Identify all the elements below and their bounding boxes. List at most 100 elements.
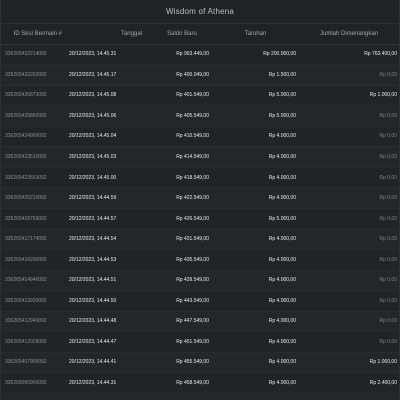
new-balance-cell: Rp 451.549,00 [152,331,212,353]
amount-won-cell: Rp 0,00 [299,146,399,168]
table-row[interactable]: 336265000900092 20/12/2023, 14.44.31 Rp 45… [1,372,399,394]
session-id-cell[interactable]: 336265424966092 [1,126,65,148]
date-cell: 20/12/2023, 14.44.59 [65,187,152,209]
session-id-cell[interactable]: 336265432262092 [1,64,65,86]
amount-won-cell: Rp 0,00 [299,270,399,292]
date-cell: 20/12/2023, 14.44.50 [65,290,152,312]
table-row[interactable]: 336265407900092 20/12/2023, 14.44.41 Rp 45… [1,352,399,374]
date-cell: 20/12/2023, 14.44.57 [65,208,152,230]
bet-cell: Rp 4.000,00 [212,311,299,333]
date-cell: 20/12/2023, 14.44.48 [65,311,152,333]
session-id-cell[interactable]: 336265407900092 [1,352,65,374]
amount-won-cell: Rp 0,00 [299,331,399,353]
new-balance-cell: Rp 963.449,00 [152,44,212,66]
session-id-cell[interactable]: 336265412028092 [1,331,65,353]
new-balance-cell: Rp 405.549,00 [152,105,212,127]
session-id-cell[interactable]: 336265414946092 [1,270,65,292]
amount-won-cell: Rp 0,00 [299,393,399,400]
date-cell: 20/12/2023, 14.44.51 [65,270,152,292]
table-row[interactable]: 336265414946092 20/12/2023, 14.44.51 Rp 43… [1,270,399,292]
bet-cell: Rp 4.000,00 [212,372,299,394]
amount-won-cell: Rp 2.400,00 [299,372,399,394]
date-cell: 20/12/2023, 14.44.53 [65,249,152,271]
table-row[interactable]: 336265423510092 20/12/2023, 14.45.03 Rp 41… [1,146,399,168]
new-balance-cell: Rp 431.549,00 [152,228,212,250]
session-id-cell[interactable]: 336265423510092 [1,146,65,168]
table-row[interactable]: 336265417174092 20/12/2023, 14.44.54 Rp 43… [1,228,399,250]
session-id-cell[interactable]: 336265426873092 [1,85,65,107]
amount-won-cell: Rp 763.400,00 [299,44,399,66]
date-cell: 20/12/2023, 14.45.00 [65,167,152,189]
new-balance-cell: Rp 422.549,00 [152,187,212,209]
bet-cell: Rp 1.500,00 [212,64,299,86]
date-cell: 20/12/2023, 14.44.41 [65,352,152,374]
bet-cell: Rp 200.000,00 [212,44,299,66]
session-id-cell[interactable]: 336265416200092 [1,249,65,271]
session-id-cell[interactable]: 336265420210092 [1,187,65,209]
bet-cell: Rp 4.000,00 [212,331,299,353]
table-row[interactable]: 336265412949092 20/12/2023, 14.44.48 Rp 44… [1,311,399,333]
new-balance-cell: Rp 460.149,00 [152,393,212,400]
session-id-cell[interactable]: 336265413930092 [1,290,65,312]
amount-won-cell: Rp 0,00 [299,290,399,312]
date-cell: 20/12/2023, 14.44.31 [65,372,152,394]
table-row[interactable]: 336265420210092 20/12/2023, 14.44.59 Rp 42… [1,187,399,209]
date-cell: 20/12/2023, 14.44.54 [65,228,152,250]
new-balance-cell: Rp 458.549,00 [152,372,212,394]
session-id-cell[interactable]: 336265425860092 [1,105,65,127]
date-cell: 20/12/2023, 14.45.06 [65,105,152,127]
new-balance-cell: Rp 410.549,00 [152,126,212,148]
session-id-cell[interactable]: 336265423563092 [1,167,65,189]
bet-cell: Rp 5.000,00 [212,208,299,230]
table-row[interactable]: 336265418769092 20/12/2023, 14.44.57 Rp 42… [1,208,399,230]
table-row[interactable]: 336265425860092 20/12/2023, 14.45.06 Rp 40… [1,105,399,127]
session-id-cell[interactable]: 336265417174092 [1,228,65,250]
history-table: ID Sesi Bermain # Tanggal Saldo Baru Tar… [1,24,399,400]
amount-won-cell: Rp 1.000,00 [299,85,399,107]
bet-cell: Rp 5.000,00 [212,105,299,127]
bet-cell: Rp 4.000,00 [212,352,299,374]
amount-won-cell: Rp 0,00 [299,64,399,86]
bet-cell: Rp 4.000,00 [212,393,299,400]
date-cell: 20/12/2023, 14.45.31 [65,44,152,66]
session-id-cell[interactable]: 336265393990092 [1,393,65,400]
date-cell: 20/12/2023, 14.45.08 [65,85,152,107]
column-header-new-balance: Saldo Baru [152,24,212,45]
session-id-cell[interactable]: 336265418769092 [1,208,65,230]
amount-won-cell: Rp 0,00 [299,208,399,230]
bet-cell: Rp 4.000,00 [212,126,299,148]
bet-cell: Rp 4.000,00 [212,290,299,312]
amount-won-cell: Rp 0,00 [299,187,399,209]
new-balance-cell: Rp 435.549,00 [152,249,212,271]
game-history-panel: Wisdom of Athena ID Sesi Bermain # Tangg… [0,0,400,400]
table-row[interactable]: 33626539399009220/12/2023, 14.44.25Rp 46… [1,393,399,400]
new-balance-cell: Rp 447.549,00 [152,311,212,333]
amount-won-cell: Rp 0,00 [299,228,399,250]
column-header-session-id: ID Sesi Bermain # [1,24,65,45]
table-row[interactable]: 336265432214092 20/12/2023, 14.45.31 Rp 96… [1,44,399,66]
amount-won-cell: Rp 0,00 [299,126,399,148]
session-id-cell[interactable]: 336265000900092 [1,372,65,394]
table-row[interactable]: 336265416200092 20/12/2023, 14.44.53 Rp 43… [1,249,399,271]
new-balance-cell: Rp 400.049,00 [152,64,212,86]
table-row[interactable]: 336265424966092 20/12/2023, 14.45.04 Rp 41… [1,126,399,148]
new-balance-cell: Rp 401.549,00 [152,85,212,107]
amount-won-cell: Rp 1.000,00 [299,352,399,374]
table-row[interactable]: 336265432262092 20/12/2023, 14.45.17 Rp 40… [1,64,399,86]
session-id-cell[interactable]: 336265432214092 [1,44,65,66]
table-row[interactable]: 336265412028092 20/12/2023, 14.44.47 Rp 45… [1,331,399,353]
table-row[interactable]: 336265426873092 20/12/2023, 14.45.08 Rp 40… [1,85,399,107]
session-id-cell[interactable]: 336265412949092 [1,311,65,333]
game-title: Wisdom of Athena [1,0,399,24]
header-row: ID Sesi Bermain # Tanggal Saldo Baru Tar… [1,24,399,45]
table-row[interactable]: 336265413930092 20/12/2023, 14.44.50 Rp 44… [1,290,399,312]
date-cell: 20/12/2023, 14.45.03 [65,146,152,168]
new-balance-cell: Rp 455.549,00 [152,352,212,374]
date-cell: 20/12/2023, 14.45.17 [65,64,152,86]
new-balance-cell: Rp 443.549,00 [152,290,212,312]
table-header: ID Sesi Bermain # Tanggal Saldo Baru Tar… [1,24,399,45]
column-header-bet: Taruhan [212,24,299,45]
table-row[interactable]: 336265423563092 20/12/2023, 14.45.00 Rp 41… [1,167,399,189]
amount-won-cell: Rp 0,00 [299,105,399,127]
bet-cell: Rp 4.000,00 [212,270,299,292]
